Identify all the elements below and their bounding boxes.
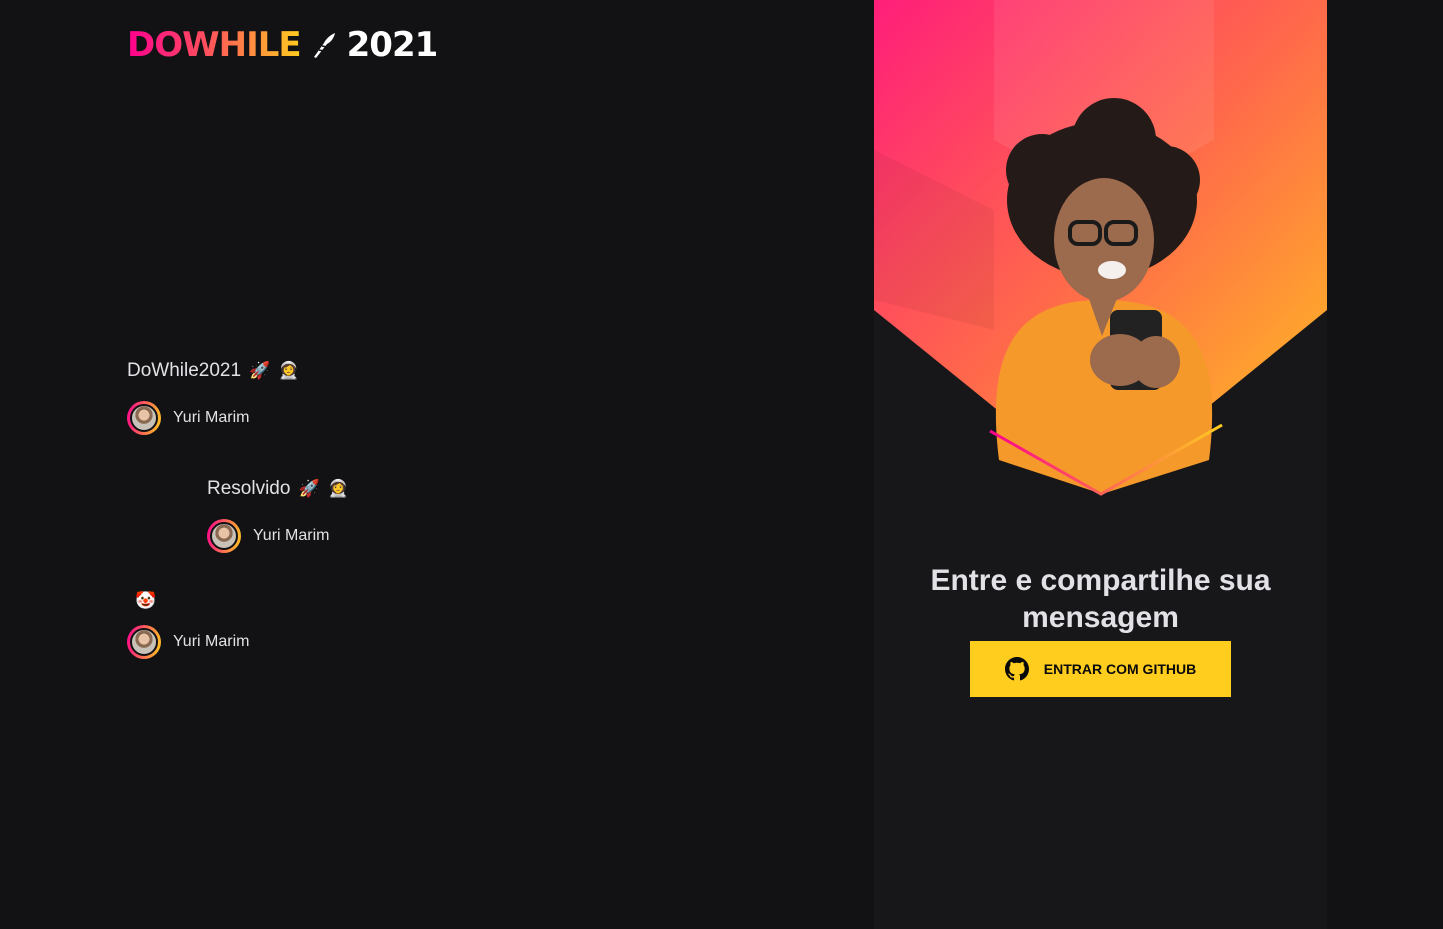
feather-icon: [313, 33, 335, 58]
avatar: [127, 401, 161, 435]
message-list-area: DOWHILE 2021 DoWhile2021 🚀 👩‍🚀 Yuri Mari…: [0, 0, 874, 929]
message-text: Resolvido: [207, 478, 291, 499]
avatar: [127, 625, 161, 659]
github-icon: [1004, 657, 1029, 681]
github-login-label: Entrar com GitHub: [1043, 661, 1197, 677]
message-item: 🤡 Yuri Marim: [127, 591, 249, 659]
message-item: DoWhile2021 🚀 👩‍🚀 Yuri Marim: [127, 355, 299, 435]
message-content: 🤡: [127, 591, 249, 611]
message-content: Resolvido 🚀 👩‍🚀: [207, 473, 349, 505]
message-user: Yuri Marim: [127, 625, 249, 659]
login-panel: Entre e compartilhe sua mensagem Entrar …: [874, 0, 1327, 929]
astronaut-emoji: 👩‍🚀: [327, 479, 349, 498]
login-title: Entre e compartilhe sua mensagem: [930, 563, 1271, 634]
message-item: Resolvido 🚀 👩‍🚀 Yuri Marim: [207, 473, 349, 553]
message-user: Yuri Marim: [207, 519, 349, 553]
logo-year: 2021: [346, 25, 439, 65]
message-text: DoWhile2021: [127, 360, 242, 381]
banner-illustration: [874, 0, 1327, 496]
avatar-image: [130, 628, 158, 656]
logo-word: DOWHILE: [127, 25, 302, 65]
avatar-image: [130, 404, 158, 432]
user-name: Yuri Marim: [173, 633, 250, 650]
avatar-image: [210, 522, 238, 550]
avatar: [207, 519, 241, 553]
message-content: DoWhile2021 🚀 👩‍🚀: [127, 355, 299, 387]
rocket-emoji: 🚀: [249, 361, 271, 380]
clown-emoji: 🤡: [135, 591, 157, 610]
rocket-emoji: 🚀: [298, 479, 320, 498]
user-name: Yuri Marim: [173, 409, 250, 426]
dowhile-logo: DOWHILE 2021: [127, 25, 439, 65]
github-login-button[interactable]: Entrar com GitHub: [970, 641, 1231, 697]
user-name: Yuri Marim: [253, 527, 330, 544]
message-user: Yuri Marim: [127, 401, 299, 435]
astronaut-emoji: 👩‍🚀: [278, 361, 300, 380]
